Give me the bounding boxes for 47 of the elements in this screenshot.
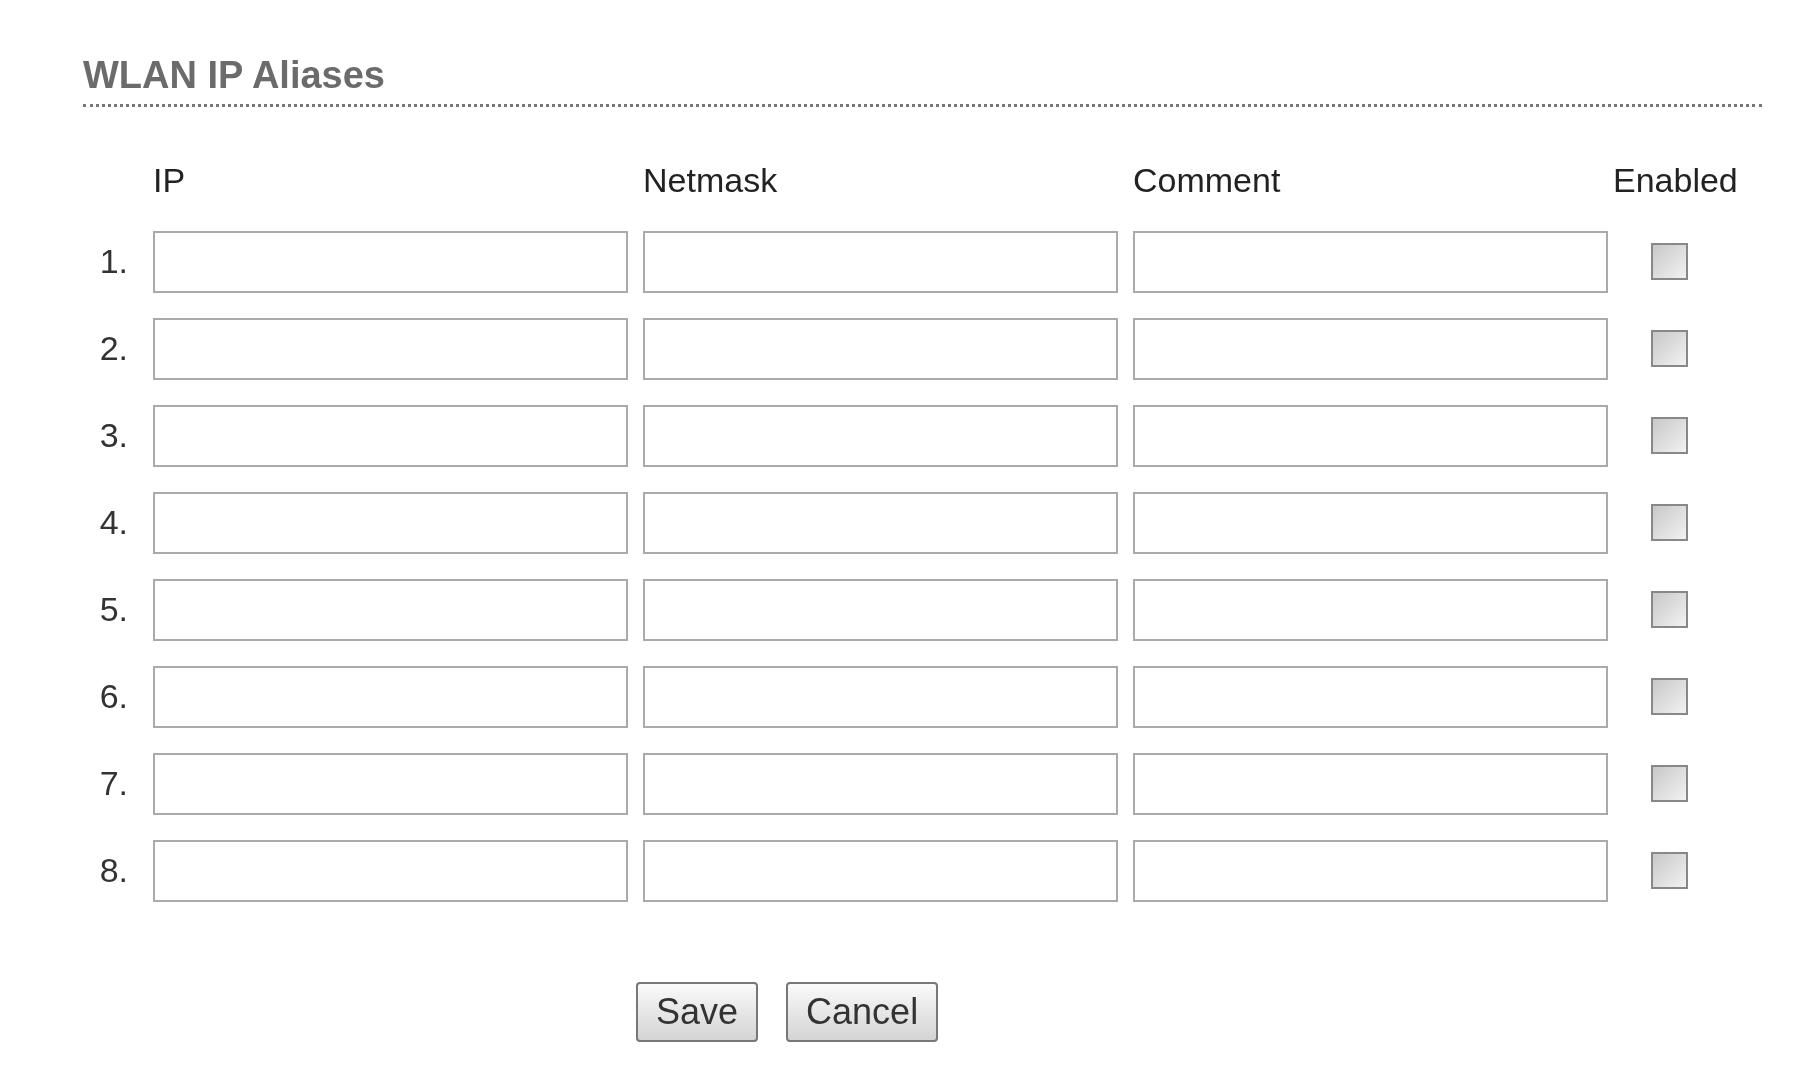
input-field[interactable] bbox=[153, 491, 628, 554]
input-field[interactable] bbox=[643, 839, 1118, 902]
input-field[interactable] bbox=[153, 839, 628, 902]
row-number: 2. bbox=[99, 328, 128, 369]
input-field[interactable] bbox=[1133, 752, 1608, 815]
input-field[interactable] bbox=[1133, 578, 1608, 641]
input-field[interactable] bbox=[1133, 404, 1608, 467]
save-button[interactable]: Save bbox=[636, 981, 759, 1042]
input-field[interactable] bbox=[1133, 665, 1608, 728]
input-field[interactable] bbox=[643, 665, 1118, 728]
row-number: 8. bbox=[99, 850, 128, 891]
checkbox[interactable] bbox=[1651, 330, 1688, 367]
input-field[interactable] bbox=[1133, 839, 1608, 902]
input-field[interactable] bbox=[1133, 491, 1608, 554]
row-number: 4. bbox=[99, 502, 128, 543]
row-number: 7. bbox=[99, 763, 128, 804]
input-field[interactable] bbox=[153, 317, 628, 380]
input-field[interactable] bbox=[643, 317, 1118, 380]
checkbox[interactable] bbox=[1651, 678, 1688, 715]
input-field[interactable] bbox=[643, 404, 1118, 467]
input-field[interactable] bbox=[153, 665, 628, 728]
input-field[interactable] bbox=[153, 578, 628, 641]
input-field[interactable] bbox=[153, 752, 628, 815]
checkbox[interactable] bbox=[1651, 243, 1688, 280]
input-field[interactable] bbox=[153, 404, 628, 467]
input-field[interactable] bbox=[153, 230, 628, 293]
column-header: IP bbox=[153, 160, 186, 199]
column-header: Netmask bbox=[643, 160, 778, 199]
row-number: 5. bbox=[99, 589, 128, 630]
row-number: 3. bbox=[99, 415, 128, 456]
input-field[interactable] bbox=[643, 491, 1118, 554]
row-number: 1. bbox=[99, 241, 128, 282]
input-field[interactable] bbox=[1133, 230, 1608, 293]
checkbox[interactable] bbox=[1651, 852, 1688, 889]
cancel-button[interactable]: Cancel bbox=[786, 981, 939, 1042]
checkbox[interactable] bbox=[1651, 417, 1688, 454]
column-header: Enabled bbox=[1613, 160, 1738, 199]
input-field[interactable] bbox=[643, 752, 1118, 815]
input-field[interactable] bbox=[643, 578, 1118, 641]
row-number: 6. bbox=[99, 676, 128, 717]
column-header: Comment bbox=[1133, 160, 1281, 199]
checkbox[interactable] bbox=[1651, 504, 1688, 541]
input-field[interactable] bbox=[1133, 317, 1608, 380]
input-field[interactable] bbox=[643, 230, 1118, 293]
checkbox[interactable] bbox=[1651, 765, 1688, 802]
section-title: WLAN IP Aliases bbox=[83, 53, 385, 98]
checkbox[interactable] bbox=[1651, 591, 1688, 628]
